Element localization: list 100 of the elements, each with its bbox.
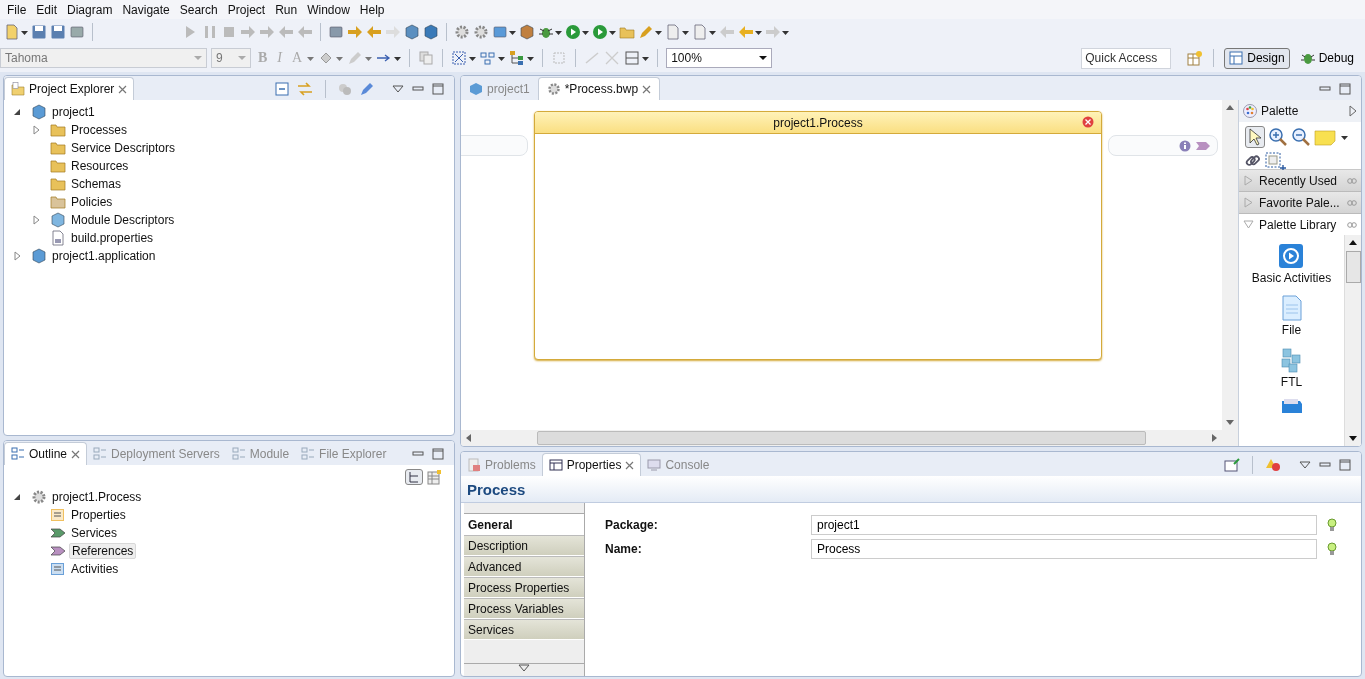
menu-item[interactable]: Diagram (62, 2, 118, 17)
font-size-dropdown[interactable]: 9 (211, 48, 251, 68)
tree-item[interactable]: project1.application (50, 249, 158, 263)
cube-icon[interactable] (404, 23, 420, 40)
expander-icon[interactable] (12, 492, 22, 502)
tree-view-button[interactable] (405, 469, 423, 485)
run-icon[interactable] (565, 23, 581, 40)
perspective-button[interactable]: Debug (1295, 47, 1359, 69)
palette-item[interactable]: File (1281, 323, 1302, 337)
arrow-icon[interactable] (347, 23, 363, 40)
tree-item[interactable]: References (69, 543, 137, 559)
section-tab[interactable]: Services (464, 619, 584, 640)
view-menu-icon[interactable] (1299, 459, 1311, 471)
view-tab[interactable]: Properties (541, 453, 642, 476)
perspective-button[interactable]: Design (1224, 47, 1290, 69)
open-perspective-icon[interactable] (1187, 50, 1204, 66)
gear-icon[interactable] (454, 23, 470, 40)
menu-item[interactable]: File (2, 2, 32, 17)
palette-drawer[interactable]: Recently Used (1239, 170, 1361, 192)
scroll-thumb[interactable] (537, 431, 1146, 445)
tree-item[interactable]: project1 (50, 105, 97, 119)
close-icon[interactable] (625, 460, 635, 470)
grid-icon[interactable] (451, 50, 468, 66)
quick-access-field[interactable]: Quick Access (1081, 47, 1172, 69)
cube-icon[interactable] (519, 23, 535, 40)
menu-item[interactable]: Run (270, 2, 303, 17)
view-menu-icon[interactable] (392, 83, 404, 95)
close-icon[interactable] (1082, 116, 1094, 128)
tree-item[interactable]: build.properties (69, 231, 156, 245)
input-field[interactable]: Process (811, 539, 1317, 559)
gear-icon[interactable] (473, 23, 489, 40)
palette-item[interactable]: FTL (1280, 375, 1303, 389)
expand-icon[interactable] (1349, 105, 1357, 117)
rings-icon[interactable] (1347, 198, 1357, 207)
tree-item[interactable]: project1.Process (50, 490, 144, 504)
marquee-icon[interactable] (1264, 151, 1286, 171)
close-icon[interactable] (118, 84, 128, 94)
collapse-all-icon[interactable] (275, 82, 289, 96)
process-container[interactable]: project1.Process (534, 111, 1102, 360)
tree-item[interactable]: Properties (69, 508, 128, 522)
scroll-down-icon[interactable] (1348, 433, 1358, 443)
maximize-icon[interactable] (1339, 83, 1351, 95)
palette-scrollbar[interactable] (1344, 235, 1361, 446)
play-icon[interactable] (1278, 243, 1305, 269)
scroll-left-icon[interactable] (464, 433, 474, 443)
save-all-icon[interactable] (50, 23, 66, 40)
run-icon[interactable] (592, 23, 608, 40)
cube-icon[interactable] (423, 23, 439, 40)
tree-item[interactable]: Policies (69, 195, 115, 209)
link-icon[interactable] (1245, 153, 1261, 169)
select-tool[interactable] (1245, 126, 1265, 148)
info-icon[interactable] (1179, 139, 1191, 152)
close-icon[interactable] (642, 84, 652, 94)
menu-item[interactable]: Navigate (117, 2, 175, 17)
scroll-right-icon[interactable] (1209, 433, 1219, 443)
dropdown-arrow-icon[interactable] (759, 55, 768, 61)
rings-icon[interactable] (1347, 220, 1357, 229)
close-icon[interactable] (71, 449, 81, 459)
expander-icon[interactable] (12, 107, 22, 117)
tree-item[interactable]: Schemas (69, 177, 124, 191)
menu-item[interactable]: Edit (31, 2, 63, 17)
maximize-icon[interactable] (432, 83, 444, 95)
tree-item[interactable]: Service Descriptors (69, 141, 178, 155)
horizontal-scrollbar[interactable] (461, 430, 1238, 446)
section-tab[interactable]: Process Properties (464, 577, 584, 598)
input-field[interactable]: project1 (811, 515, 1317, 535)
view-tab[interactable]: Outline (4, 442, 88, 465)
zoom-in-icon[interactable] (1268, 127, 1288, 147)
scroll-up-icon[interactable] (1348, 238, 1358, 248)
section-tab[interactable]: Process Variables (464, 598, 584, 619)
maximize-icon[interactable] (1339, 459, 1351, 471)
scroll-thumb[interactable] (1345, 251, 1361, 283)
tree-item[interactable]: Resources (69, 159, 131, 173)
section-tab[interactable]: Description (464, 535, 584, 556)
palette-drawer[interactable]: Favorite Pale... (1239, 192, 1361, 214)
menu-item[interactable]: Window (302, 2, 355, 17)
tree-item[interactable]: Activities (69, 562, 121, 576)
menu-item[interactable]: Project (222, 2, 271, 17)
pen-icon[interactable] (360, 82, 374, 96)
font-dropdown[interactable]: Tahoma (0, 48, 207, 68)
border-icon[interactable] (624, 50, 641, 66)
chevron-icon[interactable] (1195, 140, 1211, 151)
tree-item[interactable]: Services (69, 526, 119, 540)
pin-icon[interactable] (1224, 458, 1240, 472)
palette-item[interactable]: Basic Activities (1251, 271, 1332, 285)
save-icon[interactable] (31, 23, 47, 40)
menu-item[interactable]: Search (174, 2, 223, 17)
zoom-out-icon[interactable] (1291, 127, 1311, 147)
tree-layout-icon[interactable] (509, 50, 526, 66)
tree-item[interactable]: Module Descriptors (69, 213, 177, 227)
section-tab[interactable]: Advanced (464, 556, 584, 577)
maximize-icon[interactable] (432, 448, 444, 460)
table-view-icon[interactable] (426, 469, 442, 485)
view-tab[interactable]: Project Explorer (4, 77, 135, 100)
tree-item[interactable]: Processes (69, 123, 130, 137)
editor-tab[interactable]: *Process.bwp (537, 77, 661, 100)
zoom-dropdown[interactable]: 100% (666, 48, 773, 68)
menu-item[interactable]: Help (354, 2, 390, 17)
warning-icon[interactable] (1265, 458, 1281, 472)
rings-icon[interactable] (1347, 176, 1357, 185)
